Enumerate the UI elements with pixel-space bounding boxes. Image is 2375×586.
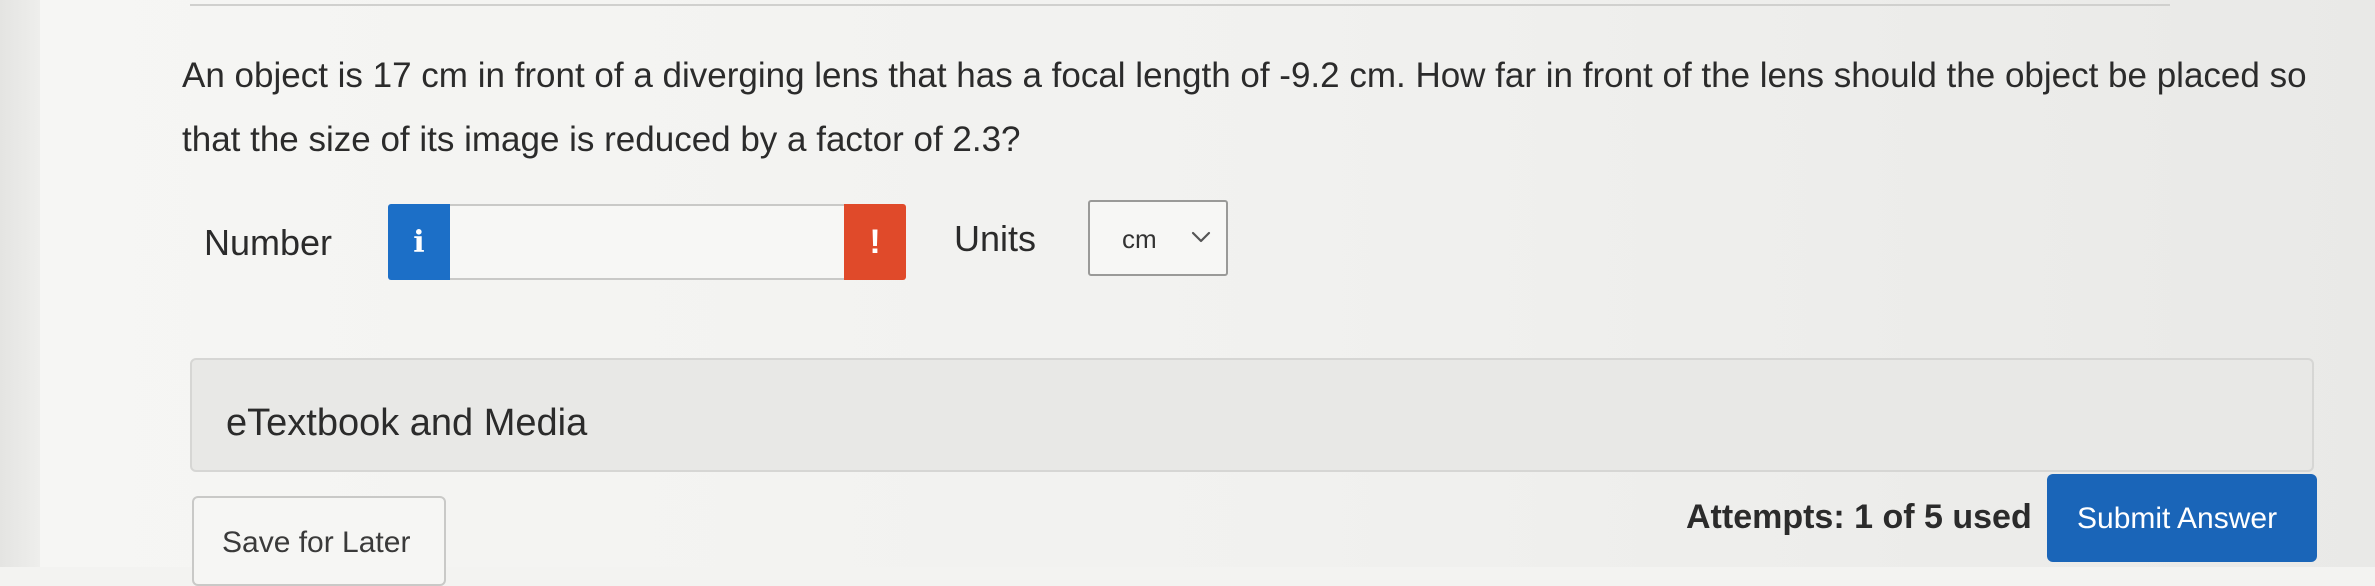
question-text: An object is 17 cm in front of a divergi…	[182, 56, 2307, 159]
units-label: Units	[954, 218, 1037, 259]
attempts-text: Attempts: 1 of 5 used	[1686, 498, 2032, 536]
chevron-down-icon	[1191, 231, 1211, 243]
etextbook-media-label: eTextbook and Media	[226, 402, 588, 444]
info-icon[interactable]: i	[388, 204, 450, 280]
top-divider	[190, 0, 2170, 6]
save-for-later-label: Save for Later	[222, 526, 411, 559]
units-select[interactable]: cm	[1088, 200, 1228, 276]
units-selected-value: cm	[1122, 224, 1157, 254]
left-gutter	[0, 0, 40, 567]
exclamation-icon[interactable]: !	[844, 204, 906, 280]
info-icon-glyph: i	[413, 224, 425, 260]
page: An object is 17 cm in front of a divergi…	[0, 0, 2375, 586]
etextbook-media-panel[interactable]: eTextbook and Media	[190, 358, 2314, 472]
number-label: Number	[204, 222, 333, 263]
number-input[interactable]	[450, 204, 866, 280]
save-for-later-button[interactable]: Save for Later	[192, 496, 446, 586]
submit-answer-button[interactable]: Submit Answer	[2047, 474, 2317, 562]
exclamation-icon-glyph: !	[869, 222, 881, 261]
submit-answer-label: Submit Answer	[2077, 502, 2278, 535]
